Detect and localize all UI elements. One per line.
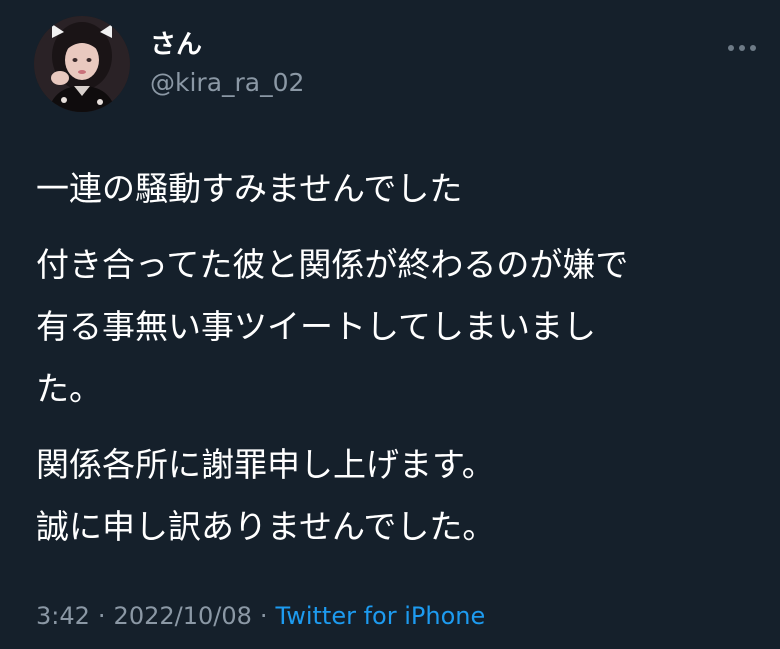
tweet-date[interactable]: 2022/10/08 — [114, 602, 252, 630]
tweet-line: 関係各所に謝罪申し上げます。 — [36, 445, 495, 484]
tweet-paragraph: 付き合ってた彼と関係が終わるのが嫌で 有る事無い事ツイートしてしまいまし た。 — [36, 234, 756, 420]
tweet-line: 一連の騒動すみませんでした — [36, 169, 463, 208]
tweet-source-link[interactable]: Twitter for iPhone — [276, 602, 486, 630]
profile-photo-image — [34, 16, 130, 112]
tweet-line: 誠に申し訳ありませんでした。 — [36, 507, 496, 546]
display-name[interactable]: さん — [150, 28, 202, 62]
tweet-line: 付き合ってた彼と関係が終わるのが嫌で — [36, 245, 629, 284]
tweet-line: た。 — [36, 369, 102, 408]
more-options-button[interactable] — [722, 34, 762, 62]
tweet-paragraph: 関係各所に謝罪申し上げます。 誠に申し訳ありませんでした。 — [36, 434, 756, 558]
tweet-paragraph: 一連の騒動すみませんでした — [36, 158, 756, 220]
user-handle[interactable]: @kira_ra_02 — [150, 66, 304, 100]
meta-separator: · — [97, 602, 106, 630]
tweet-line: 有る事無い事ツイートしてしまいまし — [36, 307, 597, 346]
avatar[interactable] — [34, 16, 130, 112]
tweet-text: 一連の騒動すみませんでした 付き合ってた彼と関係が終わるのが嫌で 有る事無い事ツ… — [36, 158, 756, 558]
tweet-time[interactable]: 3:42 — [36, 602, 90, 630]
meta-separator: · — [259, 602, 268, 630]
tweet-meta: 3:42 · 2022/10/08 · Twitter for iPhone — [36, 596, 485, 636]
tweet-card: さん @kira_ra_02 一連の騒動すみませんでした 付き合ってた彼と関係が… — [0, 0, 780, 649]
more-horizontal-icon — [728, 45, 756, 51]
